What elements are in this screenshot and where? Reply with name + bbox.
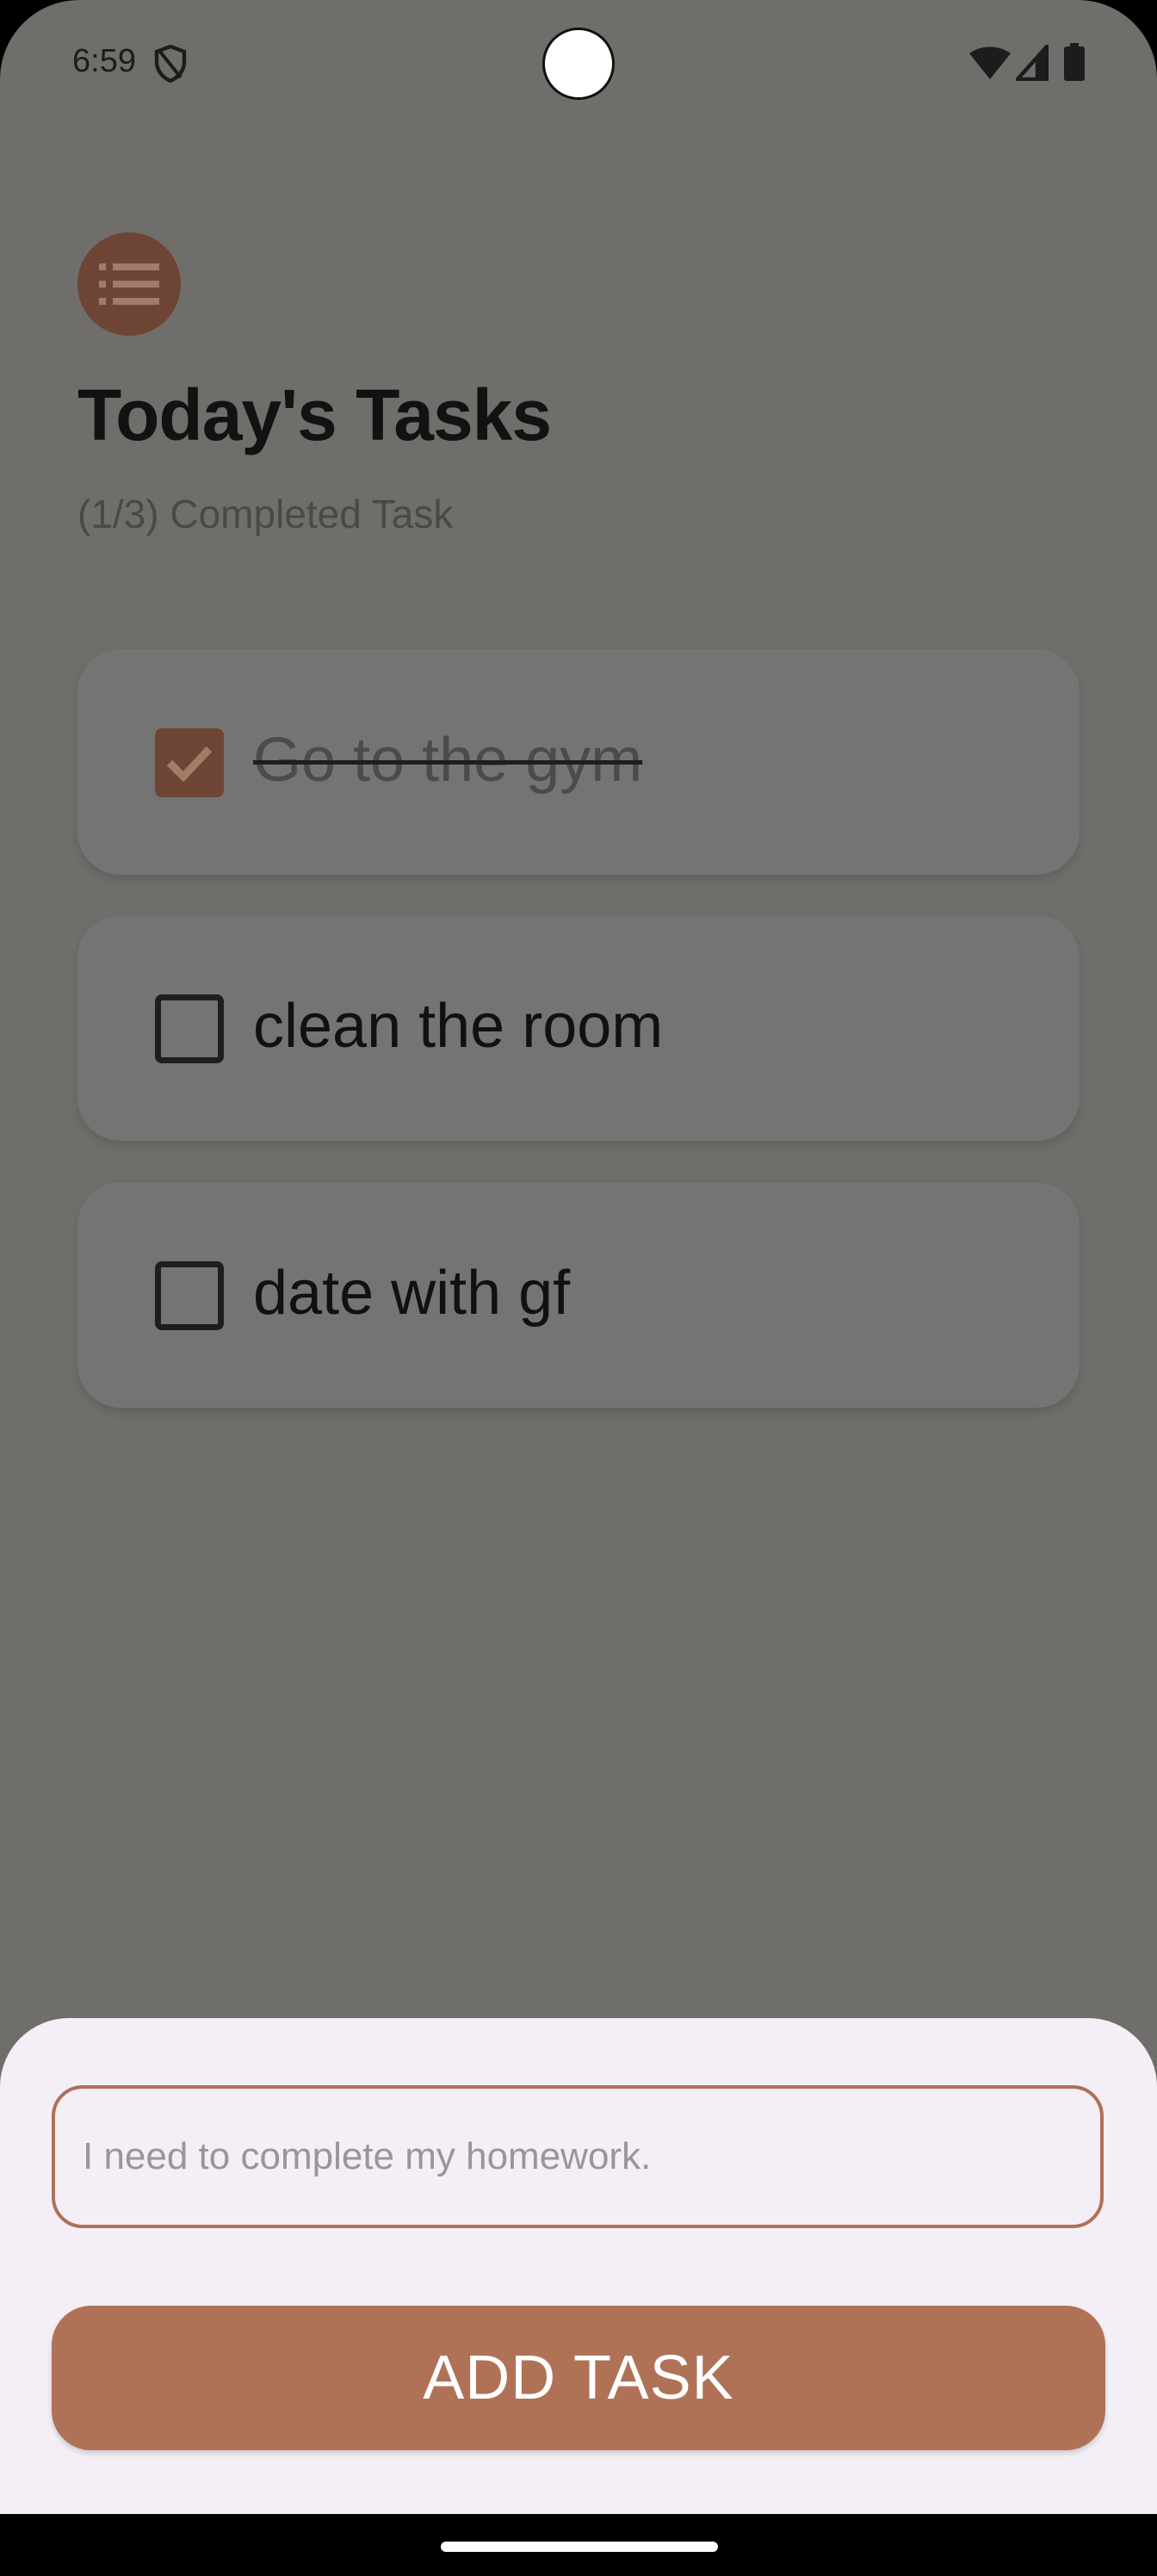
task-input[interactable] bbox=[52, 2085, 1104, 2228]
list-icon bbox=[99, 263, 159, 305]
app-logo bbox=[77, 232, 181, 336]
task-label: Go to the gym bbox=[253, 726, 643, 795]
wifi-icon bbox=[969, 46, 1011, 79]
home-indicator[interactable] bbox=[441, 2542, 718, 2552]
task-label: date with gf bbox=[253, 1259, 571, 1328]
add-task-sheet: ADD TASK bbox=[0, 2018, 1157, 2514]
checkmark-icon bbox=[166, 746, 213, 782]
task-card[interactable]: clean the room bbox=[77, 915, 1080, 1141]
battery-icon bbox=[1064, 43, 1085, 81]
camera-icon bbox=[542, 28, 615, 100]
task-checkbox-checked[interactable] bbox=[155, 728, 224, 797]
navigation-bar bbox=[0, 2514, 1157, 2576]
status-time: 6:59 bbox=[72, 43, 136, 79]
task-card[interactable]: date with gf bbox=[77, 1182, 1080, 1408]
page-title: Today's Tasks bbox=[77, 375, 552, 455]
task-checkbox[interactable] bbox=[155, 994, 224, 1063]
app-screen: 6:59 Today's Tasks (1/3) Completed Task bbox=[0, 0, 1157, 2576]
shield-icon bbox=[154, 45, 187, 83]
task-checkbox[interactable] bbox=[155, 1261, 224, 1330]
completed-counter: (1/3) Completed Task bbox=[77, 492, 454, 536]
task-label: clean the room bbox=[253, 992, 664, 1061]
add-task-button[interactable]: ADD TASK bbox=[52, 2306, 1105, 2450]
task-card[interactable]: Go to the gym bbox=[77, 649, 1080, 875]
signal-icon bbox=[1016, 45, 1049, 81]
